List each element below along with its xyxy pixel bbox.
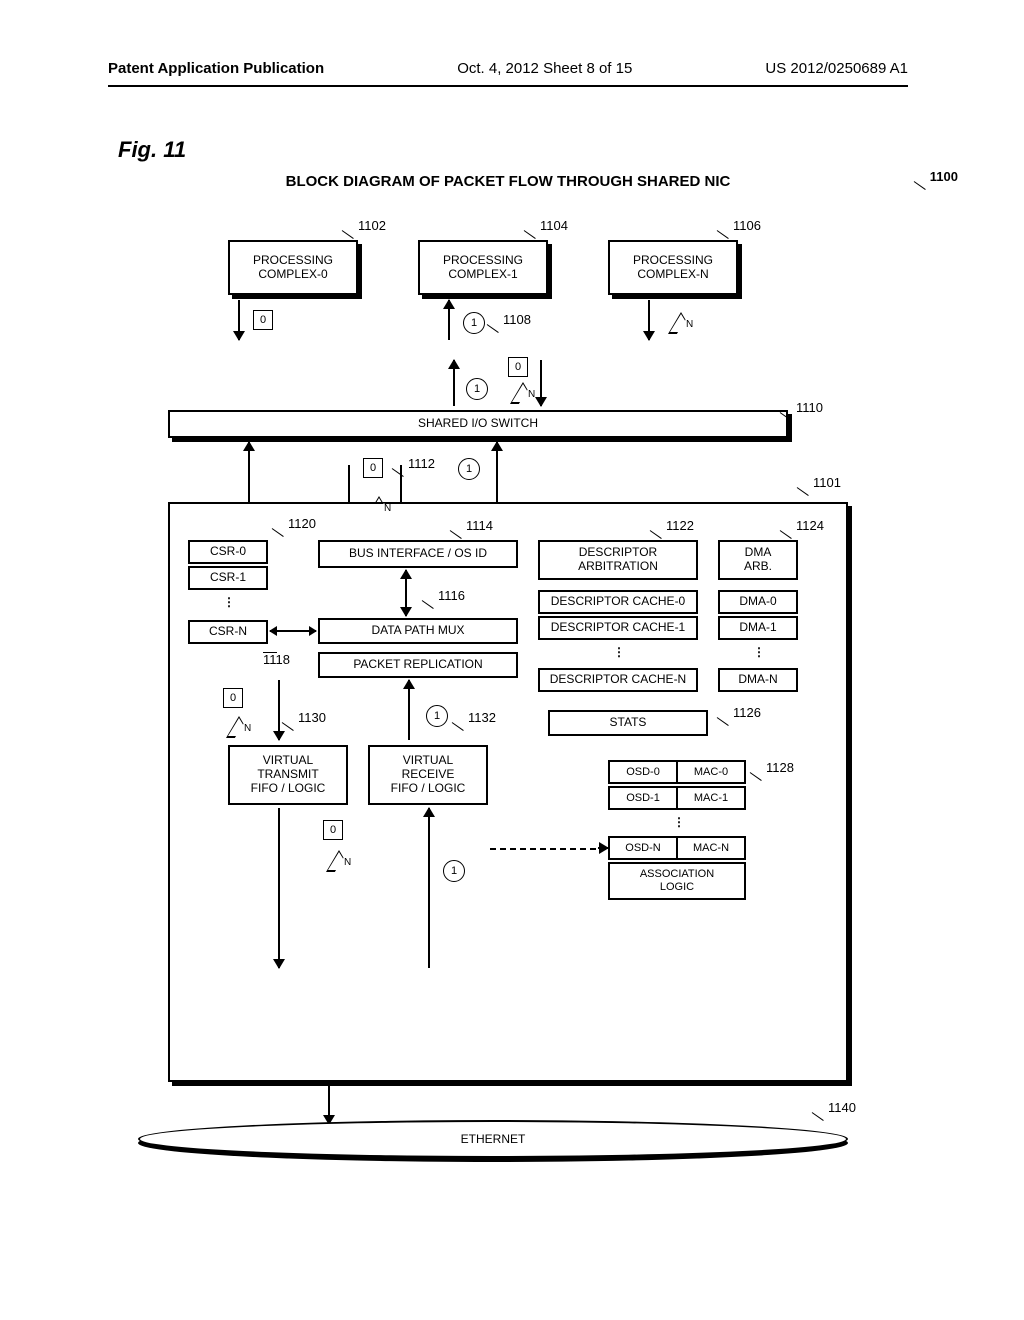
dma-arb: DMA ARB. <box>718 540 798 580</box>
ref-1120: 1120 <box>288 516 316 531</box>
descriptor-cache-1: DESCRIPTOR CACHE-1 <box>538 616 698 640</box>
tag-eth-1: 1 <box>443 860 465 882</box>
ref-1116: 1116 <box>438 588 465 603</box>
arrow-pc0-down <box>238 300 240 340</box>
osd-n: OSD-N <box>608 836 678 860</box>
osdmac-dots: ⋮ <box>673 815 685 829</box>
ref-1110: 1110 <box>796 400 823 415</box>
packet-replication: PACKET REPLICATION <box>318 652 518 678</box>
ref-1101: 1101 <box>813 475 841 490</box>
association-logic: ASSOCIATION LOGIC <box>608 862 746 900</box>
ref-1118: 1118 <box>263 652 290 667</box>
tag-vrx-1: 1 <box>426 705 448 727</box>
mac-0: MAC-0 <box>676 760 746 784</box>
descriptor-cache-0: DESCRIPTOR CACHE-0 <box>538 590 698 614</box>
mac-1: MAC-1 <box>676 786 746 810</box>
virtual-receive: VIRTUAL RECEIVE FIFO / LOGIC <box>368 745 488 805</box>
tag-pcn-n: N <box>668 312 694 334</box>
data-path-mux: DATA PATH MUX <box>318 618 518 644</box>
ethernet: ETHERNET <box>138 1120 848 1158</box>
csr-1: CSR-1 <box>188 566 268 590</box>
arrow-vrx-up <box>408 680 410 740</box>
csr-dots: ⋮ <box>223 595 235 609</box>
shared-io-switch: SHARED I/O SWITCH <box>168 410 788 438</box>
arrow-pcn-down <box>648 300 650 340</box>
header-right: US 2012/0250689 A1 <box>765 60 908 77</box>
dma-n: DMA-N <box>718 668 798 692</box>
ref-1132: 1132 <box>468 710 496 725</box>
dma-1: DMA-1 <box>718 616 798 640</box>
csr-0: CSR-0 <box>188 540 268 564</box>
processing-complex-0: PROCESSING COMPLEX-0 <box>228 240 358 295</box>
ref-1124: 1124 <box>796 518 824 533</box>
figure-label: Fig. 11 <box>118 137 908 163</box>
tag-switch-1: 1 <box>466 378 488 400</box>
page-header: Patent Application Publication Oct. 4, 2… <box>108 60 908 87</box>
csr-mux-link <box>270 630 316 632</box>
csr-n: CSR-N <box>188 620 268 644</box>
dc-dots: ⋮ <box>613 645 625 659</box>
arrow-nic-up-left <box>248 442 250 502</box>
diagram-title: BLOCK DIAGRAM OF PACKET FLOW THROUGH SHA… <box>108 173 908 190</box>
ref-1108: 1108 <box>503 312 531 327</box>
arrow-to-eth <box>328 1084 330 1124</box>
arrow-eth-up <box>428 808 430 968</box>
ref-1130: 1130 <box>298 710 326 725</box>
descriptor-arbitration: DESCRIPTOR ARBITRATION <box>538 540 698 580</box>
header-center: Oct. 4, 2012 Sheet 8 of 15 <box>457 60 632 77</box>
ref-1140: 1140 <box>828 1100 856 1115</box>
dma-0: DMA-0 <box>718 590 798 614</box>
stats: STATS <box>548 710 708 736</box>
header-left: Patent Application Publication <box>108 60 324 77</box>
dma-dots: ⋮ <box>753 645 765 659</box>
tag-1112-1: 1 <box>458 458 480 480</box>
arrow-switch-down <box>540 360 542 406</box>
tag-vtx-0: 0 <box>223 688 243 708</box>
dashed-link <box>490 848 606 850</box>
ref-1102: 1102 <box>358 218 386 233</box>
mac-n: MAC-N <box>676 836 746 860</box>
tag-eth-0: 0 <box>323 820 343 840</box>
ref-1114: 1114 <box>466 518 493 533</box>
tag-switch-0: 0 <box>508 357 528 377</box>
ref-1106: 1106 <box>733 218 761 233</box>
osd-1: OSD-1 <box>608 786 678 810</box>
tag-eth-n: N <box>326 850 352 872</box>
arrow-switch-up <box>453 360 455 406</box>
arrow-nic-up-right <box>496 442 498 502</box>
virtual-transmit: VIRTUAL TRANSMIT FIFO / LOGIC <box>228 745 348 805</box>
tag-1112-0: 0 <box>363 458 383 478</box>
tag-pc0-0: 0 <box>253 310 273 330</box>
bus-interface: BUS INTERFACE / OS ID <box>318 540 518 568</box>
ref-1100: 1100 <box>930 169 958 184</box>
tag-pc1-1: 1 <box>463 312 485 334</box>
arrow-pc1-up <box>448 300 450 340</box>
ref-1128: 1128 <box>766 760 794 775</box>
arrow-eth-down <box>278 808 280 968</box>
ref-1112: 1112 <box>408 456 435 471</box>
descriptor-cache-n: DESCRIPTOR CACHE-N <box>538 668 698 692</box>
ref-1104: 1104 <box>540 218 568 233</box>
tag-switch-n: N <box>510 382 536 404</box>
ref-1122: 1122 <box>666 518 694 533</box>
diagram-canvas: PROCESSING COMPLEX-0 PROCESSING COMPLEX-… <box>108 200 908 1200</box>
osd-0: OSD-0 <box>608 760 678 784</box>
ref-1126: 1126 <box>733 705 761 720</box>
arrow-vtx-down <box>278 680 280 740</box>
tag-vtx-n: N <box>226 716 252 738</box>
processing-complex-n: PROCESSING COMPLEX-N <box>608 240 738 295</box>
processing-complex-1: PROCESSING COMPLEX-1 <box>418 240 548 295</box>
